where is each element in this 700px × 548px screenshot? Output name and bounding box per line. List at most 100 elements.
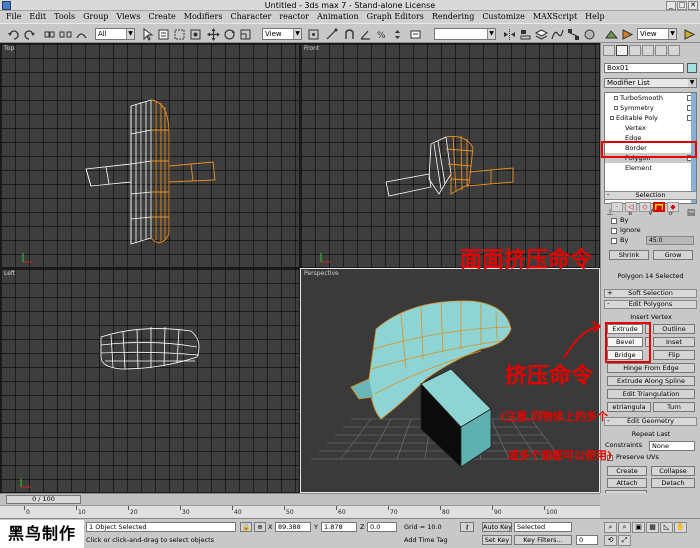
spinner-snap-icon[interactable] <box>390 27 403 40</box>
undo-icon[interactable] <box>6 27 19 40</box>
auto-key-button[interactable]: Auto Key <box>482 522 512 532</box>
reference-coordinate-dropdown[interactable]: View ▼ <box>262 28 302 40</box>
render-type-dropdown[interactable]: View ▼ <box>637 28 677 40</box>
shrink-button[interactable]: Shrink <box>609 250 649 260</box>
by-vertex-checkbox[interactable] <box>611 218 617 224</box>
angle-snap-icon[interactable] <box>358 27 371 40</box>
create-button[interactable]: Create <box>607 466 647 476</box>
arc-rotate-icon[interactable]: ⟲ <box>604 534 617 546</box>
maximize-button[interactable]: □ <box>677 1 687 10</box>
hinge-from-edge-button[interactable]: Hinge From Edge <box>607 363 695 373</box>
selection-rollout-header[interactable]: - Selection <box>604 191 697 200</box>
border-mode-icon[interactable]: ◇ <box>639 202 651 212</box>
zoom-icon[interactable]: ⌕ <box>604 522 617 533</box>
maximize-viewport-icon[interactable]: ⤢ <box>618 534 631 546</box>
time-slider[interactable]: 0 / 100 <box>6 495 81 504</box>
bulb-icon[interactable] <box>610 116 614 120</box>
select-manipulate-icon[interactable] <box>324 27 338 40</box>
menu-create[interactable]: Create <box>144 11 179 23</box>
redo-icon[interactable] <box>22 27 35 40</box>
key-selection-dropdown[interactable]: Selected <box>514 522 572 532</box>
menu-edit[interactable]: Edit <box>25 11 50 23</box>
motion-tab-icon[interactable] <box>642 45 654 56</box>
key-filters-button[interactable]: Key Filters... <box>514 535 572 545</box>
by-angle-checkbox[interactable] <box>611 238 617 244</box>
grow-button[interactable]: Grow <box>653 250 693 260</box>
current-frame-field[interactable]: 0 <box>576 535 598 545</box>
menu-help[interactable]: Help <box>581 11 608 23</box>
object-name-field[interactable]: Box01 <box>604 63 684 73</box>
x-coordinate-field[interactable]: 89.388 <box>275 522 311 532</box>
add-time-tag-button[interactable]: Add Time Tag <box>404 535 448 545</box>
stack-item[interactable]: TurboSmooth <box>605 93 696 103</box>
select-and-link-icon[interactable] <box>42 27 55 40</box>
zoom-extents-all-icon[interactable]: ▦ <box>646 522 659 533</box>
unlink-icon[interactable] <box>58 27 72 40</box>
align-icon[interactable] <box>518 27 531 40</box>
set-key-button[interactable]: Set Key <box>482 535 512 545</box>
close-button[interactable]: ✕ <box>688 1 698 10</box>
selection-filter-dropdown[interactable]: All ▼ <box>95 28 135 40</box>
rotate-icon[interactable] <box>222 27 235 40</box>
render-last-icon[interactable] <box>682 27 696 40</box>
layer-manager-icon[interactable] <box>534 27 548 40</box>
constraints-dropdown[interactable]: None <box>649 441 695 451</box>
edit-named-selections-icon[interactable] <box>408 27 421 40</box>
mirror-icon[interactable] <box>502 27 515 40</box>
menu-rendering[interactable]: Rendering <box>428 11 478 23</box>
menu-tools[interactable]: Tools <box>50 11 79 23</box>
bind-space-warp-icon[interactable] <box>74 27 87 40</box>
zoom-extents-icon[interactable]: ▣ <box>632 522 645 533</box>
retriangulate-button[interactable]: etriangula <box>607 402 651 412</box>
slice-plane-button[interactable] <box>605 490 647 493</box>
viewport-top[interactable]: Top <box>0 43 300 268</box>
edit-triangulation-button[interactable]: Edit Triangulation <box>607 389 695 399</box>
menu-modifiers[interactable]: Modifiers <box>180 11 227 23</box>
menu-reactor[interactable]: reactor <box>275 11 313 23</box>
configure-sets-icon[interactable]: ▤ <box>685 207 697 219</box>
object-color-swatch[interactable] <box>687 63 697 73</box>
modifier-list-dropdown[interactable]: Modifier List ▼ <box>604 78 697 88</box>
detach-button[interactable]: Detach <box>651 478 695 488</box>
hierarchy-tab-icon[interactable] <box>629 45 641 56</box>
pan-icon[interactable]: ✋ <box>674 522 687 533</box>
schematic-view-icon[interactable] <box>566 27 579 40</box>
edit-polygons-rollout-header[interactable]: - Edit Polygons <box>604 300 697 309</box>
turn-button[interactable]: Turn <box>653 402 695 412</box>
named-selection-dropdown[interactable]: ▼ <box>434 28 496 40</box>
select-object-icon[interactable] <box>140 27 154 41</box>
repeat-last-button[interactable]: Repeat Last <box>607 429 695 439</box>
menu-maxscript[interactable]: MAXScript <box>529 11 581 23</box>
window-crossing-icon[interactable] <box>188 27 201 40</box>
bulb-icon[interactable] <box>614 106 618 110</box>
scale-icon[interactable] <box>238 27 251 40</box>
element-mode-icon[interactable]: ◆ <box>667 202 679 212</box>
menu-file[interactable]: File <box>2 11 25 23</box>
viewport-front[interactable]: Front <box>300 43 600 268</box>
menu-customize[interactable]: Customize <box>478 11 529 23</box>
polygon-mode-icon[interactable]: ■ <box>653 202 665 212</box>
snaps-toggle-icon[interactable] <box>342 27 355 40</box>
vertex-mode-icon[interactable]: · <box>611 202 623 212</box>
menu-group[interactable]: Group <box>79 11 112 23</box>
attach-button[interactable]: Attach <box>607 478 647 488</box>
key-mode-icon[interactable]: ⚷ <box>460 522 474 532</box>
outline-button[interactable]: Outline <box>653 324 695 334</box>
stack-item[interactable]: Editable Poly <box>605 113 696 123</box>
move-icon[interactable] <box>206 27 220 41</box>
lock-selection-icon[interactable]: 🔒 <box>240 522 252 532</box>
flip-button[interactable]: Flip <box>653 350 695 360</box>
display-tab-icon[interactable] <box>655 45 667 56</box>
bulb-icon[interactable] <box>614 96 618 100</box>
z-coordinate-field[interactable]: 0.0 <box>367 522 397 532</box>
inset-button[interactable]: Inset <box>653 337 695 347</box>
absolute-mode-icon[interactable]: ⊕ <box>254 522 266 532</box>
extrude-along-spline-button[interactable]: Extrude Along Spline <box>607 376 695 386</box>
rectangular-selection-icon[interactable] <box>172 27 185 40</box>
stack-item[interactable]: Symmetry <box>605 103 696 113</box>
curve-editor-icon[interactable] <box>550 27 564 40</box>
pivot-center-icon[interactable] <box>306 27 319 40</box>
material-editor-icon[interactable] <box>582 27 595 40</box>
angle-spinner[interactable]: 45.0 <box>646 236 694 245</box>
field-of-view-icon[interactable]: ◺ <box>660 522 673 533</box>
